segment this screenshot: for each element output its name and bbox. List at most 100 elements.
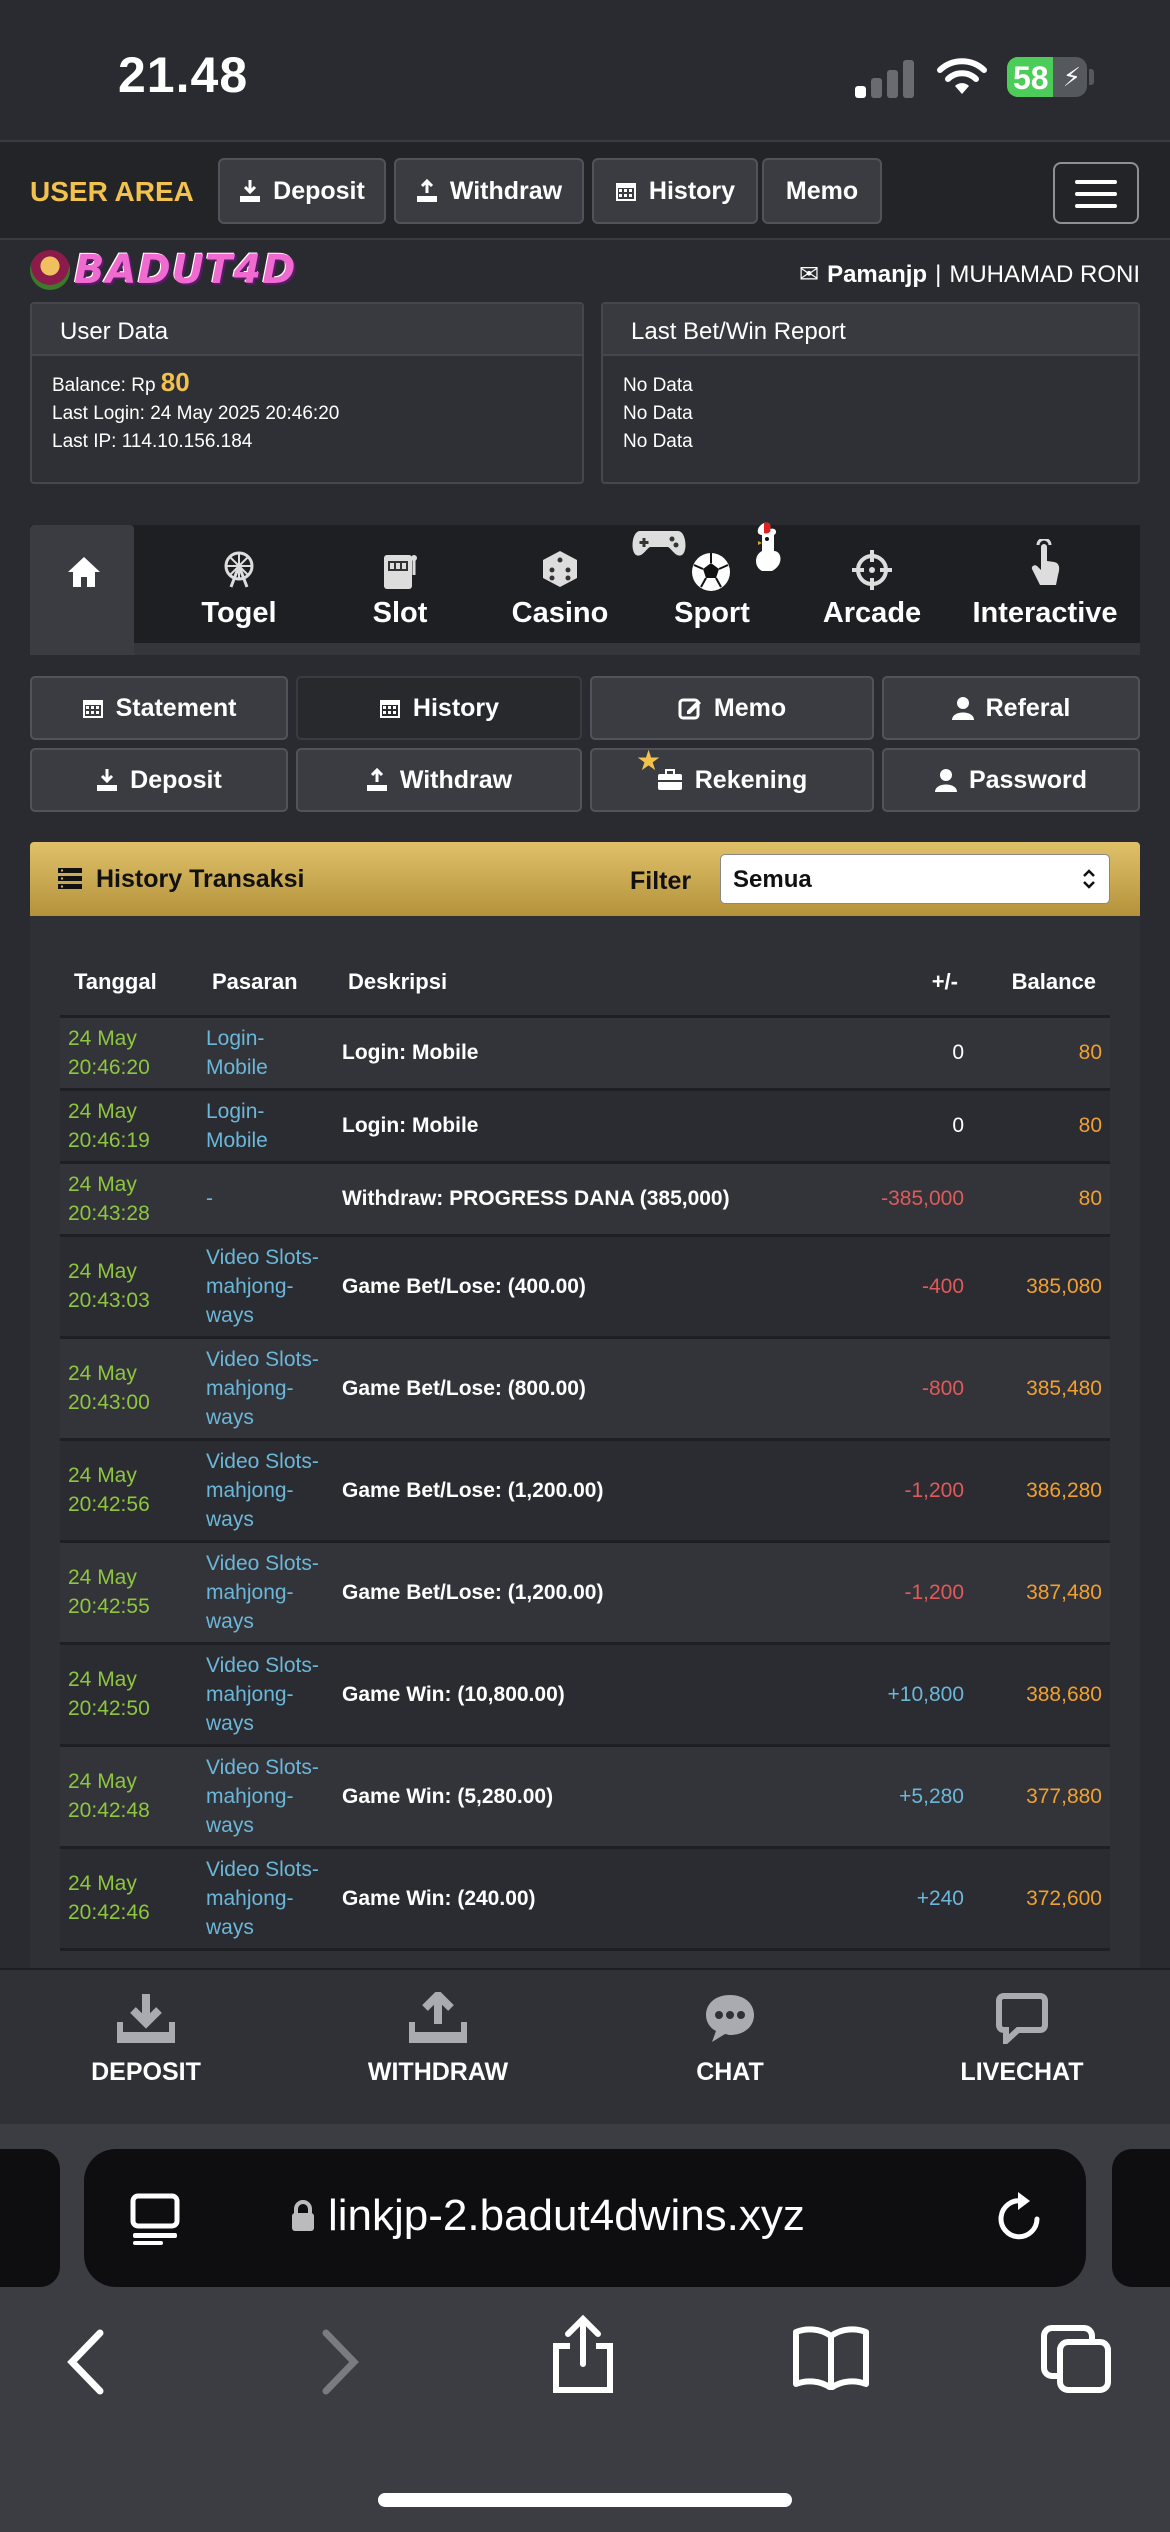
row-market[interactable]: Video Slots-mahjong-ways [198, 1541, 334, 1645]
row-date: 24 May 20:43:28 [60, 1162, 198, 1237]
nav-memo-button[interactable]: Memo [762, 158, 882, 224]
user-line: ✉ Pamanjp | MUHAMAD RONI [799, 260, 1140, 289]
message-square-icon [996, 1993, 1048, 2044]
chat-bubble-icon [706, 1995, 754, 2042]
last-bet-line: No Data [623, 431, 693, 452]
calendar-icon [82, 700, 103, 718]
tab-livechat[interactable]: LIVECHAT [876, 1970, 1168, 2126]
row-date: 24 May 20:43:00 [60, 1337, 198, 1441]
charging-bolt-icon: ⚡ [1062, 62, 1081, 92]
crosshair-icon [852, 550, 892, 590]
home-indicator[interactable] [378, 2493, 792, 2507]
ferris-wheel-icon [224, 551, 254, 588]
row-amount: 0 [846, 1016, 972, 1091]
nav-withdraw-button[interactable]: Withdraw [394, 158, 584, 224]
row-market[interactable]: Login-Mobile [198, 1016, 334, 1091]
row-balance: 80 [972, 1162, 1110, 1237]
table-row: 24 May 20:42:48 Video Slots-mahjong-ways G… [60, 1745, 1110, 1849]
row-amount: -800 [846, 1337, 972, 1441]
tabs-icon[interactable] [1040, 2324, 1112, 2394]
sub-statement-button[interactable]: Statement [30, 676, 288, 740]
next-tab-preview[interactable] [1112, 2149, 1170, 2287]
nav-history-button[interactable]: History [592, 158, 758, 224]
row-market[interactable]: Video Slots-mahjong-ways [198, 1745, 334, 1849]
bookmarks-icon[interactable] [792, 2324, 870, 2390]
user-data-title: User Data [32, 304, 582, 356]
filter-selected-value: Semua [733, 866, 812, 893]
prev-tab-preview[interactable] [0, 2149, 60, 2287]
reload-icon[interactable] [992, 2189, 1046, 2245]
brand-name: BADUT4D [74, 247, 297, 293]
row-amount: -1,200 [846, 1439, 972, 1543]
tab-livechat-label: LIVECHAT [960, 2058, 1084, 2086]
nav-deposit-button[interactable]: Deposit [218, 158, 386, 224]
sub-history-button[interactable]: History [296, 676, 582, 740]
hamburger-menu-button[interactable] [1053, 162, 1139, 224]
col-pasaran: Pasaran [198, 950, 334, 1018]
tab-casino-label: Casino [511, 597, 609, 629]
tab-withdraw[interactable]: WITHDRAW [292, 1970, 584, 2126]
row-description: Game Win: (5,280.00) [334, 1745, 847, 1849]
envelope-icon[interactable]: ✉ [799, 260, 819, 289]
tab-interactive[interactable]: Interactive [950, 525, 1140, 655]
touch-hand-icon [1031, 539, 1060, 585]
sub-password-button[interactable]: Password [882, 748, 1140, 812]
row-description: Game Win: (240.00) [334, 1847, 847, 1951]
nav-history-label: History [648, 176, 736, 205]
sub-referal-button[interactable]: Referal [882, 676, 1140, 740]
user-fullname: MUHAMAD RONI [949, 260, 1140, 288]
sub-withdraw-button[interactable]: Withdraw [296, 748, 582, 812]
row-description: Game Bet/Lose: (1,200.00) [334, 1541, 847, 1645]
browser-toolbar: linkjp-2.badut4dwins.xyz [0, 2124, 1170, 2532]
reader-mode-icon[interactable] [130, 2193, 180, 2245]
row-market[interactable]: Video Slots-mahjong-ways [198, 1439, 334, 1543]
brand-logo[interactable]: BADUT4D [30, 245, 296, 295]
row-market[interactable]: Video Slots-mahjong-ways [198, 1337, 334, 1441]
row-market[interactable]: Video Slots-mahjong-ways [198, 1643, 334, 1747]
table-row: 24 May 20:46:20 Login-Mobile Login: Mobile… [60, 1016, 1110, 1091]
table-row: 24 May 20:42:46 Video Slots-mahjong-ways G… [60, 1847, 1110, 1951]
url-text: linkjp-2.badut4dwins.xyz [328, 2191, 805, 2240]
nav-memo-label: Memo [785, 176, 859, 205]
share-icon[interactable] [550, 2314, 616, 2394]
row-date: 24 May 20:42:55 [60, 1541, 198, 1645]
soccer-ball-icon [692, 553, 730, 591]
row-description: Login: Mobile [334, 1089, 847, 1164]
tab-deposit[interactable]: DEPOSIT [0, 1970, 292, 2126]
row-balance: 80 [972, 1016, 1110, 1091]
row-description: Game Bet/Lose: (800.00) [334, 1337, 847, 1441]
tab-arcade-label: Arcade [822, 597, 922, 629]
history-table: Tanggal Pasaran Deskripsi +/- Balance 24… [60, 950, 1110, 1951]
row-market[interactable]: Video Slots-mahjong-ways [198, 1235, 334, 1339]
tab-casino[interactable]: Casino [480, 525, 640, 655]
tab-chat[interactable]: CHAT [584, 1970, 876, 2126]
balance-row: Balance: Rp 80 [52, 368, 562, 400]
back-arrow-icon[interactable] [64, 2329, 108, 2395]
sub-deposit-button[interactable]: Deposit [30, 748, 288, 812]
star-icon: ★ [636, 745, 662, 776]
battery-tip [1089, 69, 1094, 85]
tab-home[interactable] [30, 525, 134, 655]
address-bar[interactable]: linkjp-2.badut4dwins.xyz [84, 2149, 1086, 2287]
tab-togel[interactable]: Togel [164, 525, 314, 655]
tab-slot[interactable]: Slot [320, 525, 480, 655]
row-market[interactable]: Video Slots-mahjong-ways [198, 1847, 334, 1951]
tab-sport[interactable]: Sport [630, 522, 794, 655]
sub-memo-button[interactable]: Memo [590, 676, 874, 740]
row-description: Game Bet/Lose: (1,200.00) [334, 1439, 847, 1543]
filter-select[interactable]: Semua [720, 854, 1110, 904]
jester-logo-icon [30, 250, 70, 290]
last-bet-card: Last Bet/Win Report No Data No Data No D… [601, 302, 1140, 484]
tab-arcade[interactable]: Arcade [796, 525, 948, 655]
row-balance: 385,480 [972, 1337, 1110, 1441]
sub-rekening-button[interactable]: ★ Rekening [590, 745, 874, 812]
gamepad-icon [632, 531, 686, 556]
sub-password-label: Password [968, 765, 1088, 794]
row-date: 24 May 20:43:03 [60, 1235, 198, 1339]
row-market[interactable]: Login-Mobile [198, 1089, 334, 1164]
row-market[interactable]: - [198, 1162, 334, 1237]
row-date: 24 May 20:42:56 [60, 1439, 198, 1543]
sub-memo-label: Memo [713, 693, 787, 722]
table-row: 24 May 20:42:50 Video Slots-mahjong-ways G… [60, 1643, 1110, 1747]
forward-arrow-icon[interactable] [318, 2329, 362, 2395]
